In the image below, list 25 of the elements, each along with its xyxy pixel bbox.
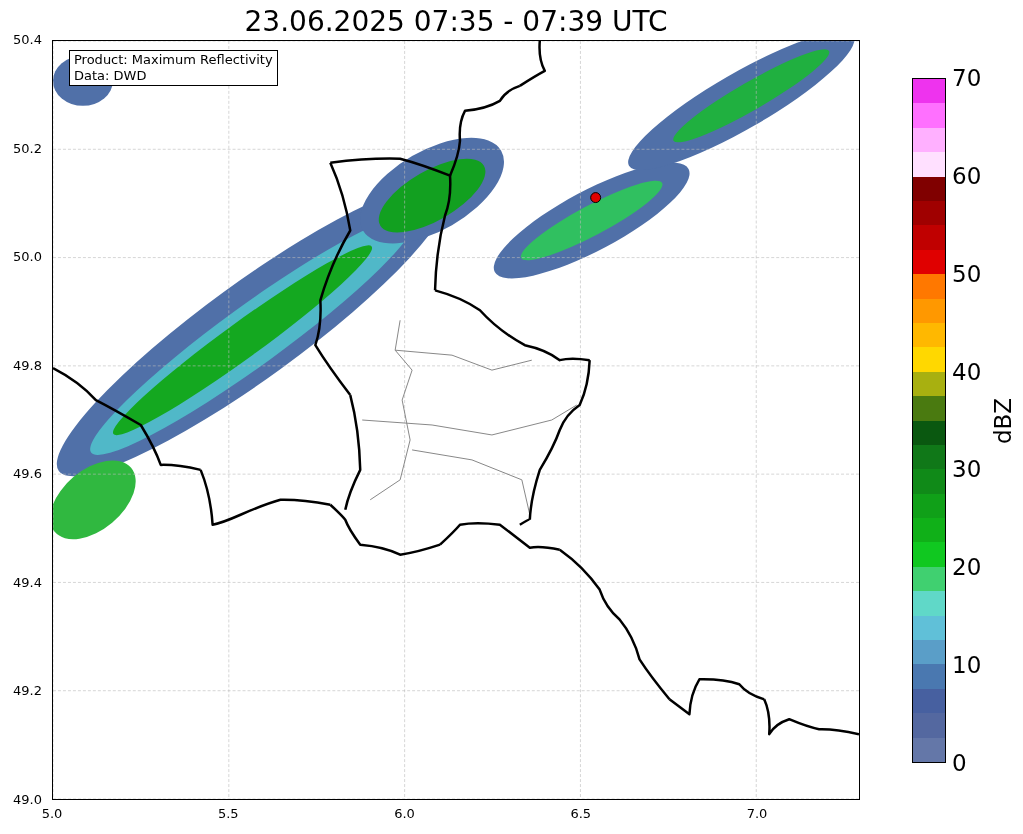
colorbar-tick-label: 10 xyxy=(952,652,982,679)
axis-tick-label: 5.0 xyxy=(40,806,64,822)
colorbar-tick-label: 40 xyxy=(952,358,982,385)
axis-tick-label: 50.2 xyxy=(12,140,42,157)
legend-text: Product: Maximum Reflectivity xyxy=(74,52,273,68)
axis-tick-label: 49.2 xyxy=(12,683,42,700)
axis-tick-label: 49.6 xyxy=(12,466,42,483)
colorbar-label: dBZ xyxy=(990,396,1016,446)
axis-tick-label: 7.0 xyxy=(745,806,769,822)
colorbar-tick-label: 50 xyxy=(952,260,982,287)
colorbar-tick-label: 0 xyxy=(952,750,967,776)
axis-tick-label: 50.0 xyxy=(12,249,42,266)
axis-tick-label: 49.0 xyxy=(12,792,42,808)
axis-tick-label: 6.0 xyxy=(393,806,416,822)
colorbar-tick-label: 60 xyxy=(952,162,982,189)
axis-tick-label: 5.5 xyxy=(216,806,240,822)
axis-tick-label: 49.8 xyxy=(12,357,42,374)
axis-tick-label: 6.5 xyxy=(569,806,593,822)
legend-text: Data: DWD xyxy=(74,68,148,84)
colorbar-tick-label: 20 xyxy=(952,554,982,581)
chart-title: 23.06.2025 07:35 - 07:39 UTC xyxy=(244,5,668,38)
colorbar-tick-label: 70 xyxy=(952,65,982,91)
axis-tick-label: 49.4 xyxy=(12,574,42,591)
colorbar-tick-label: 30 xyxy=(952,456,982,483)
axis-tick-label: 50.4 xyxy=(12,32,42,48)
